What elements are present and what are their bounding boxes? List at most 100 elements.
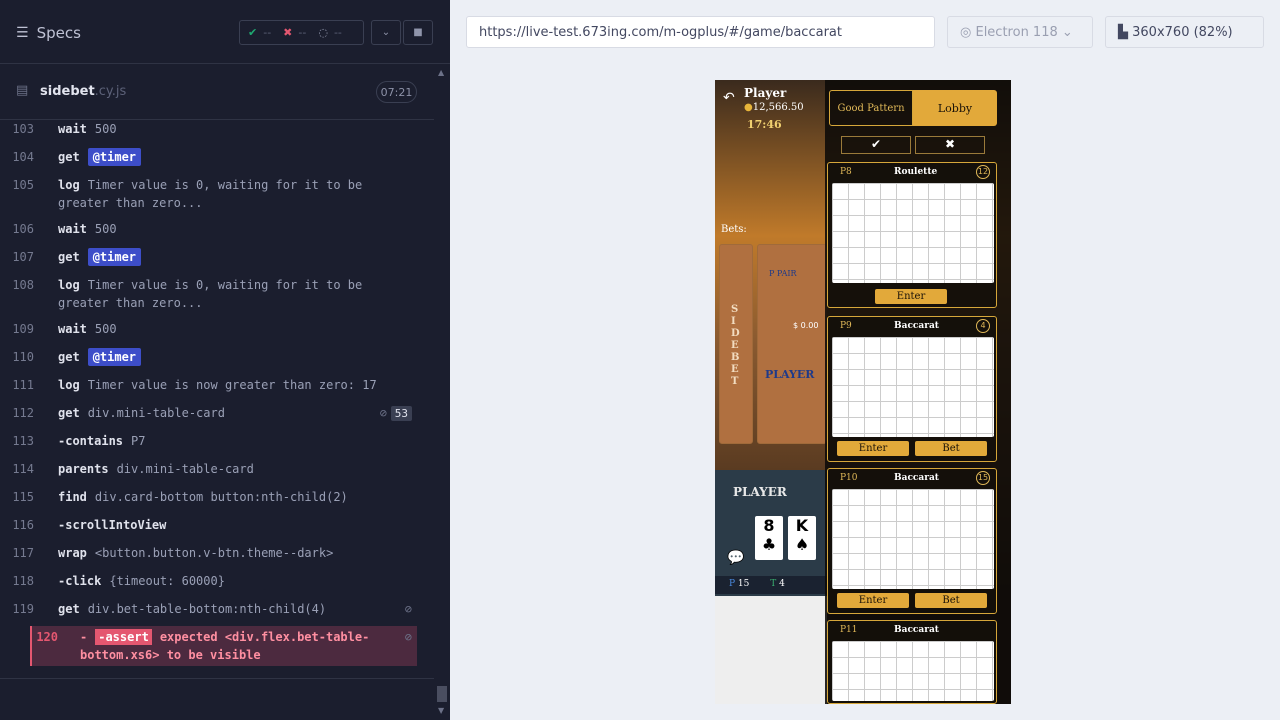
player-name: Player	[744, 86, 787, 100]
lobby-tab[interactable]: Lobby	[913, 90, 997, 126]
command-row[interactable]: 117 wrap <button.button.v-btn.theme--dark>	[0, 546, 417, 560]
line-number: 114	[12, 462, 34, 476]
command-row[interactable]: 103 wait 500	[0, 122, 417, 136]
command-name: get	[58, 406, 80, 420]
command-name: wait	[58, 322, 87, 336]
command-row[interactable]: 107 get @timer	[0, 248, 417, 266]
command-name: get	[58, 350, 80, 364]
divider	[0, 678, 434, 679]
table-count: 4	[976, 319, 990, 333]
check-icon: ✔	[870, 137, 882, 151]
command-arg: div.mini-table-card	[116, 462, 254, 476]
scroll-down-icon[interactable]: ▼	[438, 706, 444, 715]
eye-slash-icon: ⊘	[379, 406, 387, 420]
fail-count: --	[298, 26, 307, 39]
command-arg-cont: greater than zero...	[58, 196, 203, 210]
command-row[interactable]: 110 get @timer	[0, 348, 417, 366]
command-row[interactable]: 106 wait 500	[0, 222, 417, 236]
specs-toggle[interactable]: ☰ Specs	[16, 24, 81, 42]
command-name: wrap	[58, 546, 87, 560]
viewport-selector[interactable]: ▙ 360x760 (82%)	[1105, 16, 1264, 48]
command-row[interactable]: 114 parents div.mini-table-card	[0, 462, 417, 476]
browser-icon: ◎	[960, 25, 976, 40]
good-pattern-tab[interactable]: Good Pattern	[829, 90, 913, 126]
scroll-up-icon[interactable]: ▲	[438, 68, 444, 77]
p-score: 15	[737, 579, 750, 589]
command-row[interactable]: 118 -click {timeout: 60000}	[0, 574, 417, 588]
bet-amount: $ 0.00	[793, 321, 819, 330]
bet-button[interactable]: Bet	[915, 441, 987, 456]
stop-button[interactable]: ■	[403, 20, 433, 45]
road-grid	[832, 183, 994, 283]
bets-label: Bets:	[721, 224, 747, 235]
command-arg: Timer value is 0, waiting for it to be	[87, 178, 363, 192]
ppair-label: P PAIR	[769, 269, 797, 278]
table-count: 12	[976, 165, 990, 179]
command-arg: {timeout: 60000}	[109, 574, 225, 588]
alias-badge: @timer	[87, 248, 142, 266]
line-number: 105	[12, 178, 34, 192]
back-icon[interactable]: ↶	[723, 90, 735, 106]
command-arg-cont: bottom.xs6> to be visible	[80, 648, 261, 662]
command-arg: div.bet-table-bottom:nth-child(4)	[87, 602, 327, 616]
command-row[interactable]: 115 find div.card-bottom button:nth-child(…	[0, 490, 417, 504]
t-label: T	[770, 579, 780, 589]
game-timer: 17:46	[747, 118, 782, 131]
mini-table-card[interactable]: P10 Baccarat 15 Enter Bet	[827, 468, 997, 614]
command-row[interactable]: 120 - -assert expected <div.flex.bet-table-…	[30, 629, 417, 662]
command-row[interactable]: 119 get div.bet-table-bottom:nth-child(4) ⊘	[0, 602, 417, 616]
cancel-button[interactable]: ✖	[915, 136, 985, 154]
command-name: -assert	[95, 629, 152, 645]
balance: ●12,566.50	[744, 102, 804, 113]
file-name-text: sidebet	[40, 84, 95, 99]
line-number: 112	[12, 406, 34, 420]
command-row[interactable]: 111 log Timer value is now greater than ze…	[0, 378, 417, 392]
enter-button[interactable]: Enter	[837, 441, 909, 456]
command-row[interactable]: 109 wait 500	[0, 322, 417, 336]
player-bet-label: PLAYER	[765, 368, 815, 381]
element-count-badge: 53	[390, 406, 412, 421]
mini-table-card[interactable]: P9 Baccarat 4 Enter Bet	[827, 316, 997, 462]
bead-road	[715, 596, 827, 704]
file-name[interactable]: sidebet.cy.js	[40, 84, 126, 99]
command-arg: 500	[94, 122, 117, 136]
command-name: -click	[58, 574, 102, 588]
sidebet-label: SIDEBET	[731, 304, 740, 387]
duration-badge: 07:21	[376, 81, 417, 103]
command-name: parents	[58, 462, 109, 476]
command-row[interactable]: 108 log Timer value is 0, waiting for it t…	[0, 278, 417, 310]
alias-badge: @timer	[87, 148, 142, 166]
enter-button[interactable]: Enter	[875, 289, 947, 304]
mini-table-card[interactable]: P11 Baccarat	[827, 620, 997, 704]
enter-button[interactable]: Enter	[837, 593, 909, 608]
command-name: wait	[58, 222, 87, 236]
chat-icon[interactable]: 💬	[727, 550, 744, 566]
scrollbar[interactable]: ▲ ▼	[434, 64, 450, 720]
command-arg: 500	[94, 222, 117, 236]
club-icon: ♣	[761, 535, 777, 554]
mini-table-card[interactable]: P8 Roulette 12 Enter	[827, 162, 997, 308]
road-grid	[832, 489, 994, 589]
line-number: 113	[12, 434, 34, 448]
command-row[interactable]: 112 get div.mini-table-card ⊘ 53	[0, 406, 417, 421]
url-bar[interactable]: https://live-test.673ing.com/m-ogplus/#/…	[466, 16, 935, 48]
card-1: 8 ♣	[755, 516, 783, 560]
command-log: 103 wait 500 104 get @timer 105 log Timer value …	[0, 118, 434, 678]
table-name: Baccarat	[894, 473, 939, 483]
auto-scroll-button[interactable]: ⌄	[371, 20, 401, 45]
scroll-track[interactable]	[437, 686, 447, 702]
command-row[interactable]: 104 get @timer	[0, 148, 417, 166]
command-name: -scrollIntoView	[58, 518, 167, 532]
bet-button[interactable]: Bet	[915, 593, 987, 608]
chevron-down-icon: ⌄	[381, 27, 391, 38]
command-row[interactable]: 113 -contains P7	[0, 434, 417, 448]
browser-selector[interactable]: ◎ Electron 118 ⌄	[947, 16, 1093, 48]
command-arg-cont: greater than zero...	[58, 296, 203, 310]
close-icon: ✖	[944, 137, 956, 151]
command-row[interactable]: 116 -scrollIntoView	[0, 518, 417, 532]
confirm-button[interactable]: ✔	[841, 136, 911, 154]
command-row[interactable]: 105 log Timer value is 0, waiting for it t…	[0, 178, 417, 210]
t-score: 4	[779, 579, 785, 589]
balance-value: 12,566.50	[752, 102, 804, 113]
road-grid	[832, 641, 994, 701]
